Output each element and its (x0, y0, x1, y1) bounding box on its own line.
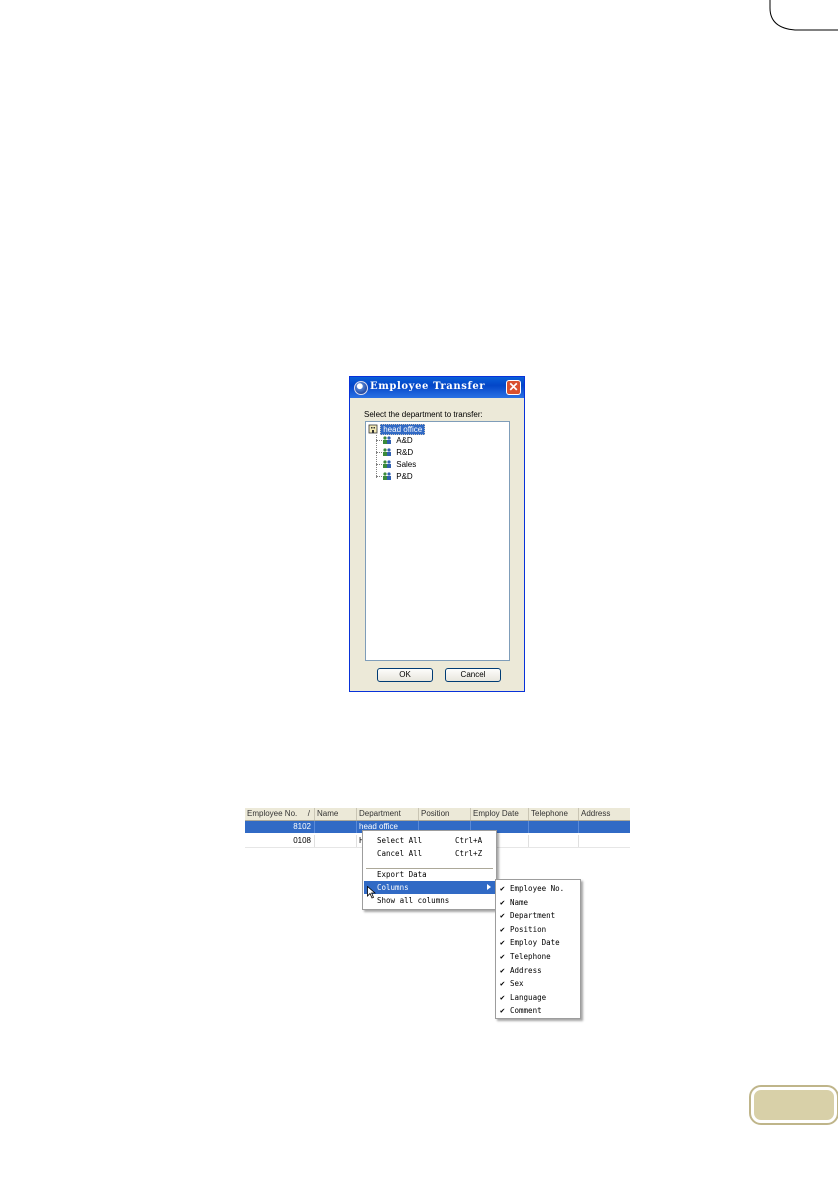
dialog-title-bar[interactable]: Employee Transfer ✕ (350, 377, 524, 398)
tree-node-rd[interactable]: R&D (382, 447, 415, 458)
sort-indicator-icon: / (307, 809, 310, 818)
column-header-label: Employee No. (247, 809, 298, 818)
cell-employee-no: 8102 (245, 821, 315, 833)
cell-telephone (529, 835, 579, 847)
tree-node-label: R&D (396, 447, 414, 457)
menu-item-label: Columns (377, 883, 409, 892)
column-header-position[interactable]: Position (419, 808, 471, 820)
check-icon: ✔ (500, 911, 505, 921)
tree-node-root[interactable]: head office (368, 423, 426, 435)
cancel-button[interactable]: Cancel (445, 668, 501, 682)
dialog-prompt: Select the department to transfer: (364, 410, 483, 419)
check-icon: ✔ (500, 924, 505, 934)
submenu-item-employee-no[interactable]: ✔ Employee No. (497, 882, 579, 896)
check-icon: ✔ (500, 965, 505, 975)
check-icon: ✔ (500, 992, 505, 1002)
tree-node-pd[interactable]: P&D (382, 471, 415, 482)
column-header-employee-no[interactable]: Employee No. / (245, 808, 315, 820)
submenu-item-label: Position (510, 924, 547, 934)
submenu-item-address[interactable]: ✔ Address (497, 964, 579, 978)
tree-node-label: Sales (396, 459, 417, 469)
menu-item-select-all[interactable]: Select All Ctrl+A (364, 834, 495, 847)
people-icon (383, 472, 391, 480)
menu-item-show-all-columns[interactable]: Show all columns (364, 894, 495, 907)
close-icon[interactable]: ✕ (506, 380, 521, 395)
menu-item-shortcut: Ctrl+Z (455, 849, 483, 858)
submenu-item-telephone[interactable]: ✔ Telephone (497, 950, 579, 964)
column-header-address[interactable]: Address (579, 808, 630, 820)
menu-item-label: Show all columns (377, 896, 450, 905)
cell-employee-no: 0108 (245, 835, 315, 847)
building-icon (368, 424, 378, 434)
employee-transfer-dialog: Employee Transfer ✕ Select the departmen… (349, 376, 525, 692)
submenu-item-label: Employ Date (510, 938, 560, 948)
app-icon (354, 381, 368, 395)
mouse-cursor-icon (367, 886, 376, 899)
submenu-item-department[interactable]: ✔ Department (497, 909, 579, 923)
submenu-item-sex[interactable]: ✔ Sex (497, 977, 579, 991)
people-icon (383, 460, 391, 468)
cell-address (579, 835, 630, 847)
menu-item-label: Select All (377, 836, 423, 845)
check-icon: ✔ (500, 897, 505, 907)
submenu-item-label: Name (510, 897, 529, 907)
submenu-item-language[interactable]: ✔ Language (497, 991, 579, 1005)
check-icon: ✔ (500, 979, 505, 989)
column-header-name[interactable]: Name (315, 808, 357, 820)
cell-address (579, 821, 630, 833)
check-icon: ✔ (500, 952, 505, 961)
menu-item-cancel-all[interactable]: Cancel All Ctrl+Z (364, 847, 495, 860)
check-icon: ✔ (500, 938, 505, 948)
tree-node-label: head office (380, 423, 426, 435)
tree-connector (376, 435, 377, 478)
context-menu: Select All Ctrl+A Cancel All Ctrl+Z Expo… (362, 830, 497, 910)
grid-header: Employee No. / Name Department Position … (245, 808, 630, 821)
tree-node-sales[interactable]: Sales (382, 459, 418, 470)
column-header-telephone[interactable]: Telephone (529, 808, 579, 820)
check-icon: ✔ (500, 1006, 505, 1016)
menu-item-columns[interactable]: Columns (364, 881, 495, 894)
page-number-tab (749, 1085, 838, 1125)
submenu-item-label: Employee No. (510, 884, 565, 893)
column-header-department[interactable]: Department (357, 808, 419, 820)
cell-name (315, 821, 357, 833)
submenu-item-label: Department (510, 911, 556, 921)
submenu-item-employ-date[interactable]: ✔ Employ Date (497, 936, 579, 950)
department-tree[interactable]: head office A&D R&D Sales P&D (365, 421, 510, 661)
cell-name (315, 835, 357, 847)
tree-node-ad[interactable]: A&D (382, 435, 415, 446)
people-icon (383, 448, 391, 456)
dialog-title: Employee Transfer (370, 381, 486, 392)
submenu-item-label: Telephone (510, 952, 551, 961)
submenu-item-label: Comment (510, 1006, 542, 1016)
submenu-item-label: Sex (510, 979, 524, 989)
submenu-item-name[interactable]: ✔ Name (497, 896, 579, 910)
tree-node-label: A&D (396, 435, 413, 445)
submenu-item-position[interactable]: ✔ Position (497, 923, 579, 937)
people-icon (383, 436, 391, 444)
cell-telephone (529, 821, 579, 833)
menu-item-label: Export Data (377, 870, 427, 879)
ok-button[interactable]: OK (377, 668, 433, 682)
column-header-employ-date[interactable]: Employ Date (471, 808, 529, 820)
submenu-item-label: Language (510, 992, 547, 1002)
submenu-item-label: Address (510, 965, 542, 975)
menu-item-shortcut: Ctrl+A (455, 836, 483, 845)
columns-submenu: ✔ Employee No. ✔ Name ✔ Department ✔ Pos… (495, 879, 581, 1019)
check-icon: ✔ (500, 884, 505, 893)
tree-node-label: P&D (396, 471, 413, 481)
submenu-arrow-icon (487, 884, 491, 890)
submenu-item-comment[interactable]: ✔ Comment (497, 1004, 579, 1018)
menu-item-label: Cancel All (377, 849, 423, 858)
menu-item-export-data[interactable]: Export Data (364, 868, 495, 881)
